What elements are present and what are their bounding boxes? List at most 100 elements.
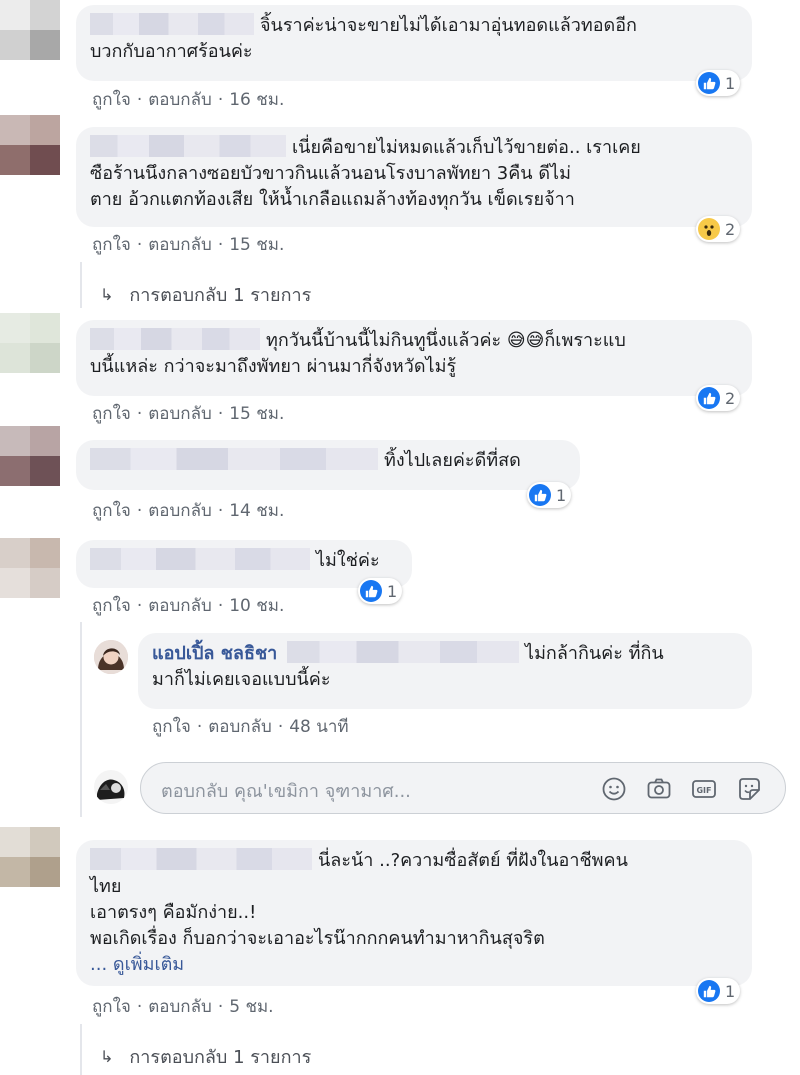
separator: ·: [277, 717, 284, 737]
reply-link[interactable]: ตอบกลับ: [148, 404, 212, 424]
sticker-icon[interactable]: [736, 776, 762, 802]
reply-link[interactable]: ตอบกลับ: [148, 90, 212, 110]
timestamp[interactable]: 48 นาที: [289, 717, 348, 737]
like-link[interactable]: ถูกใจ: [92, 235, 131, 255]
timestamp[interactable]: 15 ชม.: [229, 235, 284, 255]
separator: ·: [136, 90, 143, 110]
separator: ·: [217, 404, 224, 424]
reply-link[interactable]: ตอบกลับ: [148, 501, 212, 521]
separator: ·: [136, 997, 143, 1017]
reaction-count[interactable]: 1: [358, 578, 403, 604]
view-replies-link[interactable]: ↳ การตอบกลับ 1 รายการ: [100, 280, 311, 309]
comment-actions: ถูกใจ · ตอบกลับ · 15 ชม.: [92, 231, 284, 258]
comment-bubble: นี่ละน้า ..?ความซื่อสัตย์ ที่ฝังในอาชีพค…: [76, 840, 752, 986]
like-icon: [698, 980, 720, 1002]
reaction-number: 1: [387, 581, 398, 601]
redacted-name: [90, 135, 286, 157]
separator: ·: [196, 717, 203, 737]
emoji-icon[interactable]: [601, 776, 627, 802]
svg-text:GIF: GIF: [696, 786, 711, 795]
comment-actions: ถูกใจ · ตอบกลับ · 15 ชม.: [92, 400, 284, 427]
comment-text: ไทย: [90, 876, 122, 897]
comment-text: ตาย อ้วกแตกท้องเสีย ให้น้ำเกลือแถมล้างท้…: [90, 189, 575, 210]
comment-actions: ถูกใจ · ตอบกลับ · 10 ชม.: [92, 592, 284, 619]
separator: ·: [136, 596, 143, 616]
like-link[interactable]: ถูกใจ: [92, 501, 131, 521]
reply-link[interactable]: ตอบกลับ: [208, 717, 272, 737]
reaction-count[interactable]: 2: [696, 216, 741, 242]
reply-text: ไม่กล้ากินค่ะ ที่กิน: [525, 643, 664, 664]
comment-actions: ถูกใจ · ตอบกลับ · 14 ชม.: [92, 497, 284, 524]
redacted-name: [287, 641, 520, 663]
comment-bubble: ทุกวันนี้บ้านนี้ไม่กินทูนึ่งแล้วค่ะ 😅😅ก็…: [76, 320, 752, 396]
timestamp[interactable]: 5 ชม.: [229, 997, 273, 1017]
avatar[interactable]: [0, 115, 60, 175]
comment-text: จิ้นราค่ะน่าจะขายไม่ได้เอามาอุ่นทอดแล้วท…: [260, 15, 637, 36]
redacted-name: [90, 548, 310, 570]
reaction-number: 1: [556, 485, 567, 505]
reaction-number: 1: [725, 73, 736, 93]
separator: ·: [217, 596, 224, 616]
avatar[interactable]: [0, 827, 60, 887]
like-link[interactable]: ถูกใจ: [92, 90, 131, 110]
timestamp[interactable]: 15 ชม.: [229, 404, 284, 424]
avatar[interactable]: [0, 538, 60, 598]
comment-actions: ถูกใจ · ตอบกลับ · 16 ชม.: [92, 86, 284, 113]
reply-link[interactable]: ตอบกลับ: [148, 235, 212, 255]
comment-actions: ถูกใจ · ตอบกลับ · 5 ชม.: [92, 993, 274, 1020]
like-link[interactable]: ถูกใจ: [152, 717, 191, 737]
reply-avatar[interactable]: [94, 640, 128, 674]
like-icon: [360, 580, 382, 602]
comment-text: พอเกิดเรื่อง ก็บอกว่าจะเอาอะไรน๊ากกกคนทำ…: [90, 928, 545, 949]
separator: ·: [217, 235, 224, 255]
reaction-number: 2: [725, 388, 736, 408]
camera-icon[interactable]: [646, 776, 672, 802]
reaction-count[interactable]: 2: [696, 385, 741, 411]
reply-link[interactable]: ตอบกลับ: [148, 997, 212, 1017]
reply-bubble: แอปเปิ้ล ชลธิชา ไม่กล้ากินค่ะ ที่กิน มาก…: [138, 633, 752, 709]
comment-text: นี่ละน้า ..?ความซื่อสัตย์ ที่ฝังในอาชีพค…: [318, 850, 628, 871]
thread-line: [80, 262, 82, 308]
comment-text: ทุกวันนี้บ้านนี้ไม่กินทูนึ่งแล้วค่ะ 😅😅ก็…: [266, 330, 626, 351]
redacted-name: [90, 13, 254, 35]
like-link[interactable]: ถูกใจ: [92, 404, 131, 424]
separator: ·: [136, 235, 143, 255]
wow-icon: [698, 218, 720, 240]
separator: ·: [217, 501, 224, 521]
timestamp[interactable]: 14 ชม.: [229, 501, 284, 521]
reply-actions: ถูกใจ · ตอบกลับ · 48 นาที: [152, 713, 349, 740]
avatar[interactable]: [0, 426, 60, 486]
reply-author[interactable]: แอปเปิ้ล ชลธิชา: [152, 643, 277, 664]
reaction-count[interactable]: 1: [527, 482, 572, 508]
avatar[interactable]: [0, 0, 60, 60]
redacted-name: [90, 848, 312, 870]
comment-text: บนี้แหล่ะ กว่าจะมาถึงพัทยา ผ่านมากี่จังห…: [90, 356, 457, 377]
composer-avatar: [94, 770, 128, 804]
separator: ·: [136, 501, 143, 521]
avatar[interactable]: [0, 313, 60, 373]
reaction-count[interactable]: 1: [696, 70, 741, 96]
like-link[interactable]: ถูกใจ: [92, 596, 131, 616]
redacted-name: [90, 448, 378, 470]
reply-composer[interactable]: ตอบกลับ คุณ'เขมิกา จุฑามาศ... GIF: [140, 762, 786, 814]
reply-arrow-icon: ↳: [100, 285, 114, 304]
view-replies-link[interactable]: ↳ การตอบกลับ 1 รายการ: [100, 1042, 311, 1071]
view-replies-label: การตอบกลับ 1 รายการ: [129, 285, 312, 306]
composer-placeholder[interactable]: ตอบกลับ คุณ'เขมิกา จุฑามาศ...: [161, 776, 411, 805]
thread-line: [80, 1024, 82, 1075]
like-icon: [698, 72, 720, 94]
thread-line: [80, 622, 82, 817]
comment-text: เอาตรงๆ คือมักง่าย..!: [90, 902, 257, 923]
reply-link[interactable]: ตอบกลับ: [148, 596, 212, 616]
separator: ·: [217, 90, 224, 110]
timestamp[interactable]: 10 ชม.: [229, 596, 284, 616]
reaction-count[interactable]: 1: [696, 978, 741, 1004]
separator: ·: [217, 997, 224, 1017]
reply-text: มาก็ไม่เคยเจอแบบนี้ค่ะ: [152, 669, 331, 690]
timestamp[interactable]: 16 ชม.: [229, 90, 284, 110]
like-link[interactable]: ถูกใจ: [92, 997, 131, 1017]
see-more-link[interactable]: ... ดูเพิ่มเติม: [90, 954, 184, 975]
gif-icon[interactable]: GIF: [691, 776, 717, 802]
reaction-number: 1: [725, 981, 736, 1001]
like-icon: [698, 387, 720, 409]
